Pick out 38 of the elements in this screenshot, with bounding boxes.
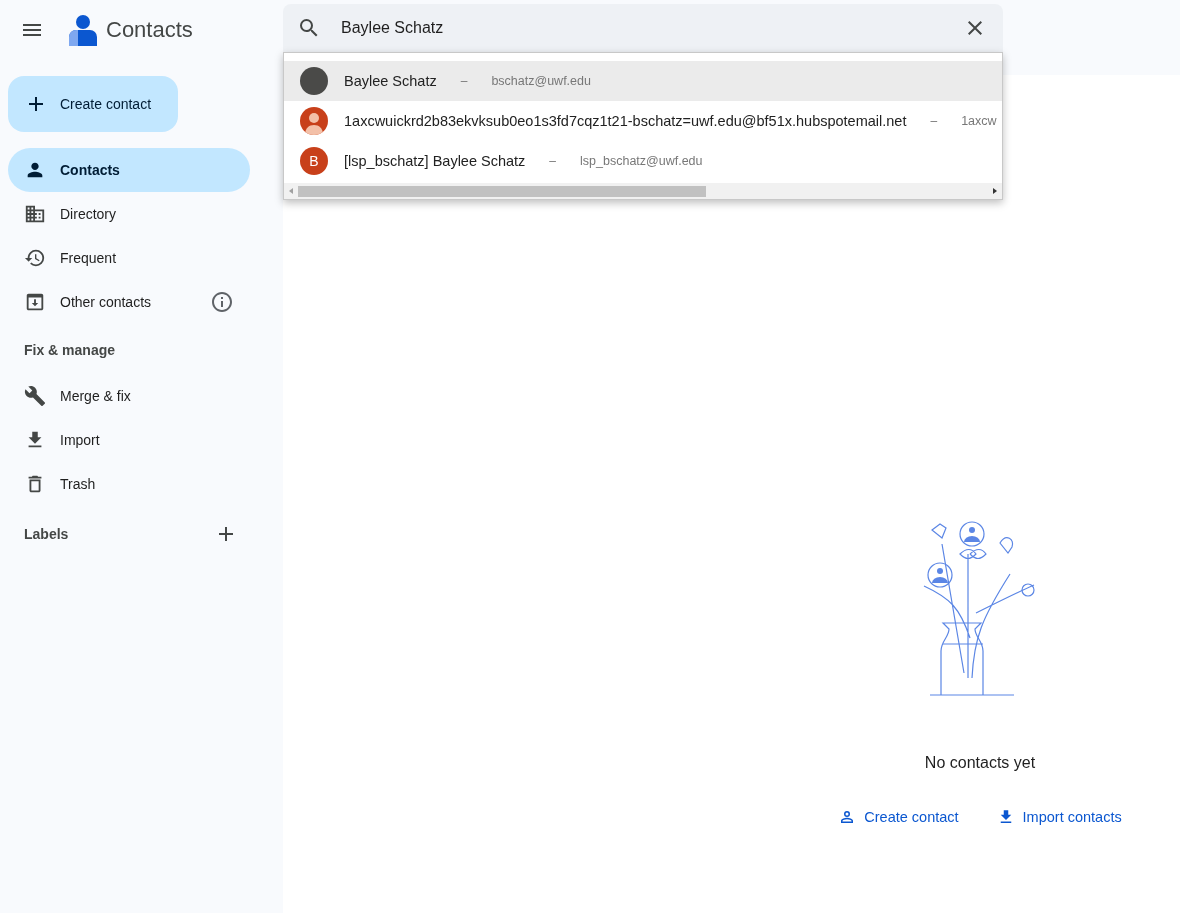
history-icon — [24, 247, 46, 269]
sidebar-item[interactable]: Trash — [8, 462, 250, 506]
sidebar-item[interactable]: Directory — [8, 192, 250, 236]
suggestion-name: 1axcwuickrd2b83ekvksub0eo1s3fd7cqz1t21-bschatz=uwf.edu@bf51x.hubspotemail.net — [344, 113, 907, 129]
empty-message: No contacts yet — [924, 754, 1036, 772]
separator-dash: – — [460, 74, 468, 88]
sidebar-item[interactable]: Frequent — [8, 236, 250, 280]
search-field[interactable]: Baylee Schatz — [283, 4, 1003, 52]
suggestion-email: 1axcw — [961, 114, 997, 128]
building-icon — [24, 203, 46, 225]
suggestion-email: bschatz@uwf.edu — [491, 74, 591, 88]
sidebar-item[interactable]: Import — [8, 418, 250, 462]
contacts-logo-icon — [68, 14, 98, 46]
sidebar-item[interactable]: Other contacts — [8, 280, 250, 324]
suggestion-item[interactable]: B [lsp_bschatz] Baylee Schatz – lsp_bschatz@uwf.edu — [284, 141, 1002, 181]
suggestion-email: lsp_bschatz@uwf.edu — [580, 154, 703, 168]
section-heading: Labels — [24, 526, 69, 542]
sidebar-item[interactable]: Contacts — [8, 148, 250, 192]
create-contact-link[interactable]: Create contact — [838, 808, 959, 826]
section-heading: Fix & manage — [23, 341, 117, 360]
import-contacts-link[interactable]: Import contacts — [996, 808, 1122, 826]
horizontal-scrollbar[interactable] — [284, 183, 1002, 199]
suggestion-item[interactable]: 1axcwuickrd2b83ekvksub0eo1s3fd7cqz1t21-bschatz=uwf.edu@bf51x.hubspotemail.net – 1axcw — [284, 101, 1002, 141]
avatar-initial: B — [300, 147, 328, 175]
separator-dash: – — [930, 114, 938, 128]
search-input[interactable]: Baylee Schatz — [339, 18, 943, 38]
suggestion-name: [lsp_bschatz] Baylee Schatz — [344, 153, 526, 169]
photo-placeholder — [300, 67, 328, 95]
tools-icon — [24, 385, 46, 407]
create-contact-button[interactable]: Create contact — [8, 76, 178, 132]
app-title: Contacts — [106, 17, 193, 43]
sidebar-item[interactable]: Merge & fix — [8, 374, 250, 418]
suggestion-name: Baylee Schatz — [344, 73, 437, 89]
suggestion-item[interactable]: Baylee Schatz – bschatz@uwf.edu — [284, 61, 1002, 101]
avatar-silhouette-icon — [300, 107, 328, 135]
separator-dash: – — [549, 154, 557, 168]
tray-download-icon — [24, 291, 46, 313]
info-icon — [210, 290, 234, 314]
